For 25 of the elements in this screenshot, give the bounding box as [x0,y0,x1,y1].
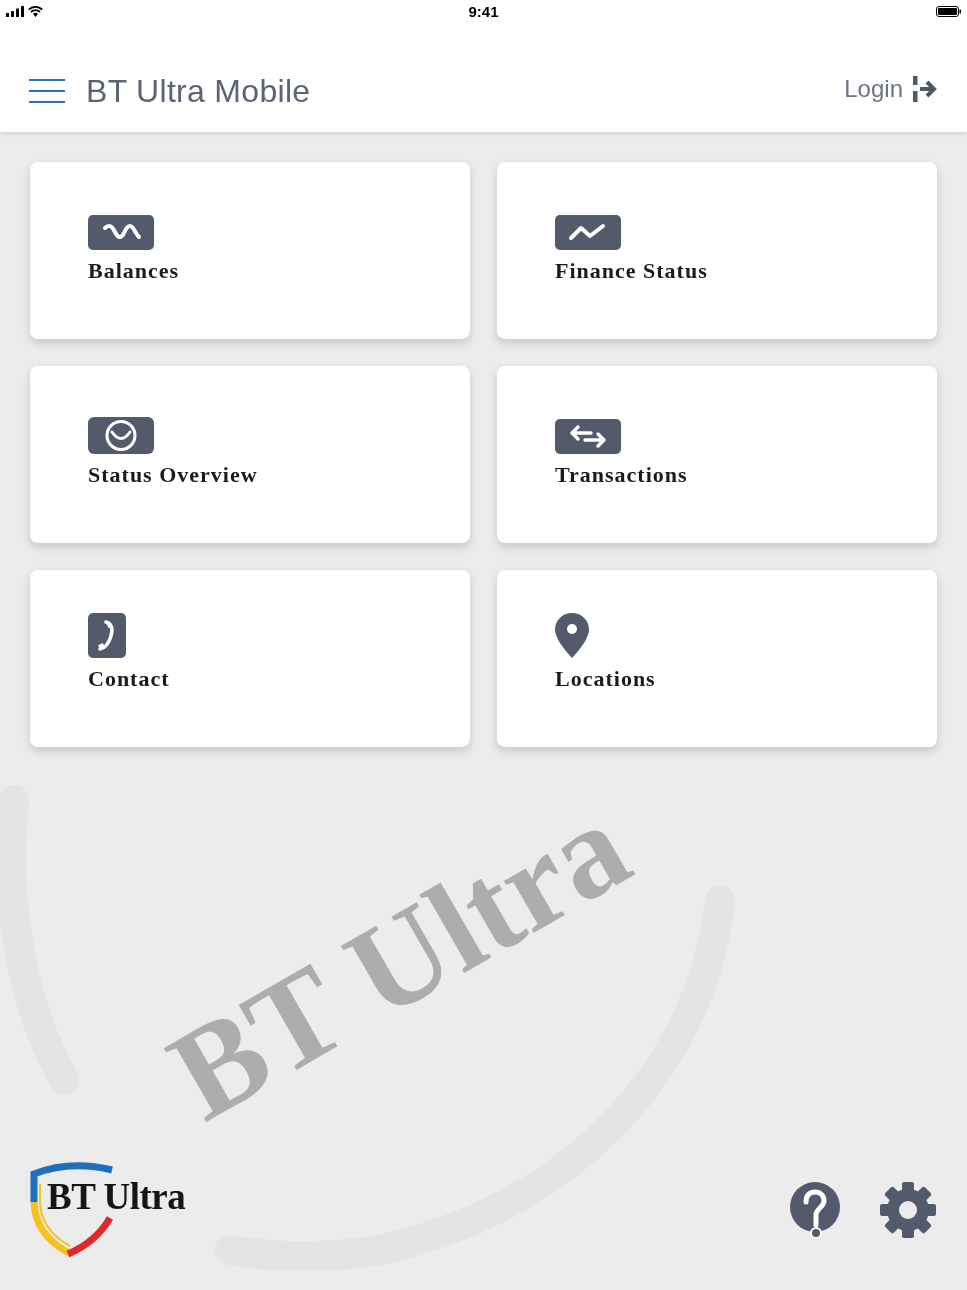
status-time: 9:41 [468,3,499,19]
app-title: BT Ultra Mobile [86,75,311,107]
login-button[interactable]: Login [844,76,937,102]
swap-arrows-icon [555,419,621,454]
menu-tile[interactable]: Locations [497,570,937,747]
help-button[interactable] [789,1182,841,1240]
settings-button[interactable] [879,1181,937,1239]
map-pin-icon [555,613,589,658]
menu-button[interactable] [29,78,65,104]
menu-tile[interactable]: Contact [30,570,470,747]
menu-tile[interactable]: Finance Status [497,162,937,339]
battery-icon [936,5,961,17]
wifi-icon [28,5,43,17]
signal-icon [6,5,24,17]
settings-icon [879,1181,937,1239]
menu-tile[interactable]: Status Overview [30,366,470,543]
phone-icon [88,613,126,658]
help-icon [789,1182,841,1240]
smile-ring-icon [88,417,154,454]
menu-tile[interactable]: Balances [30,162,470,339]
logo-text: BT Ultra [47,1178,186,1215]
menu-tile[interactable]: Transactions [497,366,937,543]
wave-icon [88,215,154,250]
login-arrow-icon [913,76,937,102]
background-brand-text: BT Ultra [149,778,648,1142]
